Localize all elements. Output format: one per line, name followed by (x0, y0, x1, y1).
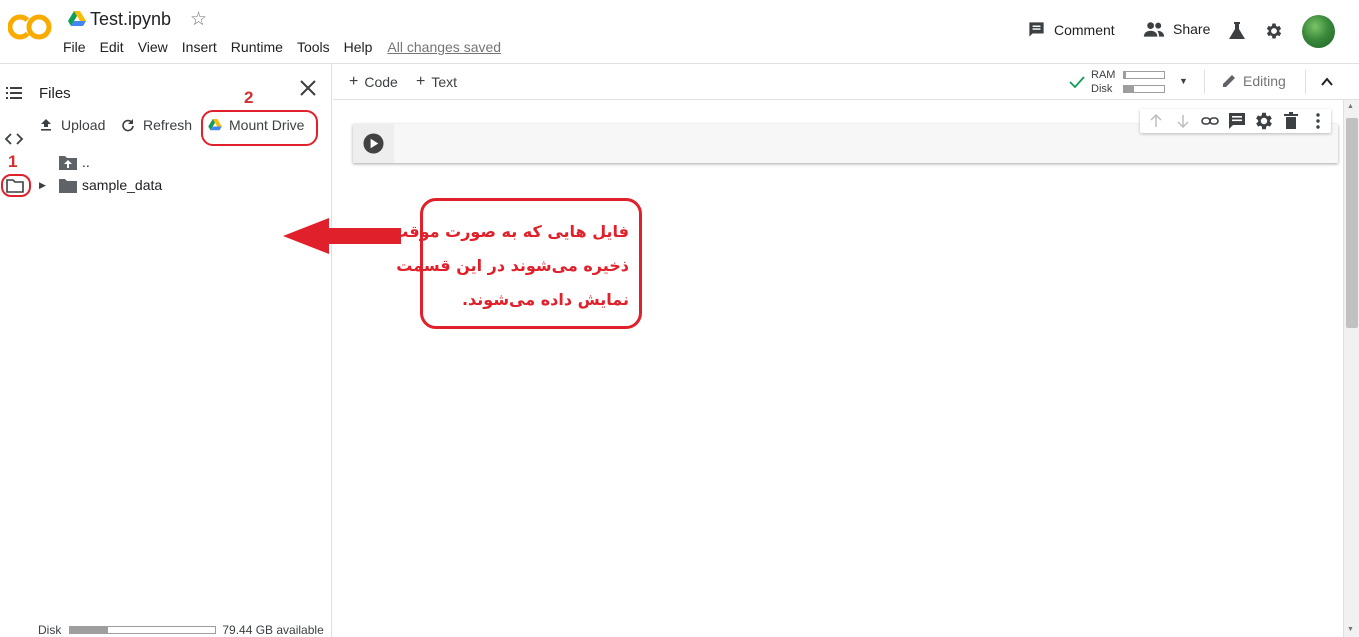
people-icon (1143, 22, 1165, 37)
plus-icon: + (416, 73, 426, 90)
refresh-label: Refresh (143, 117, 193, 133)
disk-label: Disk (38, 623, 62, 637)
link-icon[interactable] (1199, 110, 1221, 132)
callout-line: فایل هایی که به صورت موقت (392, 222, 629, 241)
close-icon[interactable] (298, 78, 318, 98)
files-panel: Files Upload Refresh Mount Drive .. ▶ sa… (28, 64, 332, 637)
annotation-arrow-icon (283, 218, 401, 254)
folder-icon[interactable] (5, 176, 25, 196)
tree-item-sample-data[interactable]: ▶ sample_data (39, 177, 162, 193)
menu-tools[interactable]: Tools (297, 39, 330, 55)
callout-line: نمایش داده می‌شوند. (461, 290, 629, 309)
user-avatar[interactable] (1302, 15, 1335, 48)
add-code-button[interactable]: + Code (349, 73, 398, 91)
files-panel-title: Files (39, 85, 71, 102)
tree-item-parent[interactable]: .. (59, 154, 90, 170)
divider (1305, 70, 1306, 94)
save-status[interactable]: All changes saved (387, 39, 501, 55)
delete-icon[interactable] (1280, 110, 1302, 132)
move-down-icon[interactable] (1172, 110, 1194, 132)
notebook-toolbar: + Code + Text RAM Disk ▼ Editing (333, 64, 1359, 100)
folder-up-icon (59, 155, 77, 170)
folder-icon (59, 178, 77, 193)
menu-runtime[interactable]: Runtime (231, 39, 283, 55)
resource-monitor[interactable]: RAM Disk (1091, 68, 1165, 96)
disk-usage-bar (69, 626, 217, 634)
refresh-icon (122, 119, 134, 132)
upload-button[interactable]: Upload (39, 117, 105, 133)
disk-usage-bar (1123, 85, 1165, 93)
menu-view[interactable]: View (138, 39, 168, 55)
caret-right-icon[interactable]: ▶ (39, 180, 51, 191)
disk-usage: Disk 79.44 GB available (38, 623, 324, 637)
scroll-up-icon[interactable]: ▲ (1347, 103, 1354, 110)
share-button[interactable]: Share (1143, 20, 1210, 38)
gear-icon[interactable] (1253, 110, 1275, 132)
comment-icon[interactable] (1226, 110, 1248, 132)
top-header: Test.ipynb ☆ File Edit View Insert Runti… (0, 0, 1359, 64)
plus-icon: + (349, 73, 359, 90)
vertical-scrollbar[interactable]: ▲ ▼ (1343, 100, 1359, 637)
annotation-number-1: 1 (8, 152, 18, 171)
share-label: Share (1173, 21, 1211, 37)
callout-line: ذخیره می‌شوند در این قسمت (396, 256, 629, 275)
move-up-icon[interactable] (1145, 110, 1167, 132)
add-text-button[interactable]: + Text (416, 73, 457, 91)
disk-label: Disk (1091, 83, 1113, 95)
scroll-down-icon[interactable]: ▼ (1347, 626, 1354, 633)
pencil-icon (1223, 75, 1235, 87)
menu-insert[interactable]: Insert (182, 39, 217, 55)
scrollbar-thumb[interactable] (1346, 118, 1358, 328)
upload-icon (41, 119, 51, 131)
run-cell-icon[interactable] (363, 133, 384, 154)
add-code-label: Code (364, 74, 398, 90)
menu-file[interactable]: File (63, 39, 86, 55)
flask-icon[interactable] (1228, 21, 1246, 40)
star-icon[interactable]: ☆ (190, 8, 207, 31)
menu-edit[interactable]: Edit (100, 39, 124, 55)
cell-toolbar (1140, 109, 1331, 133)
more-options-icon[interactable] (1307, 110, 1329, 132)
gear-icon[interactable] (1264, 21, 1284, 41)
menu-bar: File Edit View Insert Runtime Tools Help… (63, 39, 515, 55)
annotation-callout: فایل هایی که به صورت موقت ذخیره می‌شوند … (392, 198, 642, 329)
menu-help[interactable]: Help (344, 39, 373, 55)
tree-item-label: sample_data (82, 177, 163, 193)
tree-item-label: .. (82, 154, 90, 170)
chevron-up-icon[interactable] (1320, 75, 1334, 89)
check-icon (1069, 76, 1085, 89)
editing-mode-button[interactable]: Editing (1221, 73, 1286, 89)
code-snippets-icon[interactable] (4, 129, 24, 149)
table-of-contents-icon[interactable] (4, 83, 24, 103)
divider (1204, 70, 1205, 94)
notebook-title[interactable]: Test.ipynb (90, 9, 171, 30)
comment-label: Comment (1054, 21, 1115, 38)
add-text-label: Text (431, 74, 458, 90)
google-drive-icon[interactable] (68, 11, 86, 27)
upload-label: Upload (61, 117, 106, 133)
connect-dropdown-icon[interactable]: ▼ (1179, 76, 1188, 86)
refresh-button[interactable]: Refresh (121, 117, 192, 133)
annotation-number-2: 2 (244, 88, 254, 107)
comment-button[interactable]: Comment (1027, 20, 1115, 39)
colab-logo[interactable] (8, 12, 52, 42)
ram-usage-bar (1123, 71, 1165, 79)
ram-label: RAM (1091, 69, 1116, 81)
comment-icon (1029, 22, 1044, 37)
editing-label: Editing (1243, 73, 1286, 89)
disk-available: 79.44 GB available (222, 623, 324, 637)
annotation-highlight-mount-drive (201, 110, 318, 146)
